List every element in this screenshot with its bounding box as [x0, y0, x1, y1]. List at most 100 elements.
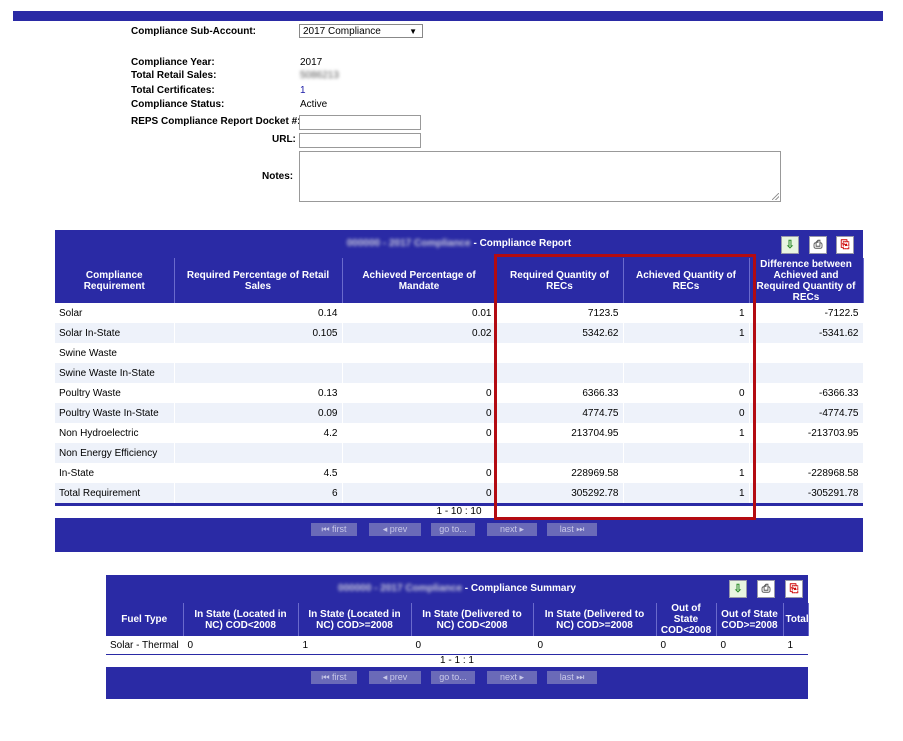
table-cell: -228968.58 — [749, 463, 864, 483]
table-cell: -305291.78 — [749, 483, 864, 503]
table-row: Poultry Waste In-State 0.09 0 4774.75 0 -4774… — [55, 403, 864, 423]
table-cell: 0 — [623, 403, 750, 423]
sub-account-select[interactable]: 2017 Compliance ▼ — [299, 24, 423, 38]
report-last-button[interactable]: last ⏭ — [547, 523, 597, 536]
table-cell: Swine Waste — [55, 343, 175, 363]
col-out-lt2008[interactable]: Out of State COD<2008 — [656, 603, 717, 636]
table-cell: 0.01 — [342, 303, 497, 323]
table-cell: 1 — [623, 323, 750, 343]
docket-input[interactable] — [299, 115, 421, 130]
print-icon[interactable]: ⎙ — [757, 580, 775, 598]
summary-first-button[interactable]: ⏮ first — [311, 671, 357, 684]
table-cell — [749, 343, 864, 363]
table-row: Total Requirement 6 0 305292.78 1 -305291.78 — [55, 483, 864, 503]
col-required-quantity[interactable]: Required Quantity of RECs — [496, 258, 624, 303]
table-cell: 4.2 — [174, 423, 343, 443]
col-required-percentage[interactable]: Required Percentage of Retail Sales — [174, 258, 343, 303]
url-input[interactable] — [299, 133, 421, 148]
table-cell — [496, 343, 624, 363]
col-total[interactable]: Total — [783, 603, 809, 636]
url-label: URL: — [272, 134, 296, 145]
table-cell — [174, 343, 343, 363]
table-cell: 305292.78 — [496, 483, 624, 503]
table-cell: -4774.75 — [749, 403, 864, 423]
table-cell: Swine Waste In-State — [55, 363, 175, 383]
table-cell: Solar In-State — [55, 323, 175, 343]
compliance-summary-table: Fuel Type In State (Located in NC) COD<2… — [106, 603, 809, 654]
resize-grip-icon[interactable] — [772, 193, 779, 200]
excel-export-icon[interactable]: ⇩ — [729, 580, 747, 598]
notes-textarea[interactable] — [299, 151, 781, 202]
table-cell: 228969.58 — [496, 463, 624, 483]
table-cell: 1 — [623, 303, 750, 323]
year-value: 2017 — [300, 57, 323, 68]
certificates-label: Total Certificates: — [131, 85, 215, 96]
col-achieved-quantity[interactable]: Achieved Quantity of RECs — [623, 258, 750, 303]
report-title-account: 000000 - 2017 Compliance — [346, 238, 471, 249]
col-difference[interactable]: Difference between Achieved and Required… — [749, 258, 864, 303]
table-cell: 6 — [174, 483, 343, 503]
table-cell: 0 — [533, 636, 657, 654]
table-cell: Poultry Waste In-State — [55, 403, 175, 423]
summary-pager: ⏮ first ◂ prev go to... next ▸ last ⏭ — [106, 671, 808, 687]
col-delivered-lt2008[interactable]: In State (Delivered to NC) COD<2008 — [411, 603, 534, 636]
table-cell: 0 — [716, 636, 784, 654]
table-cell: 5342.62 — [496, 323, 624, 343]
print-icon[interactable]: ⎙ — [809, 236, 827, 254]
table-cell — [174, 363, 343, 383]
excel-export-icon[interactable]: ⇩ — [781, 236, 799, 254]
table-cell: 0.02 — [342, 323, 497, 343]
pdf-icon[interactable]: ⎘ — [785, 580, 803, 598]
table-cell: Poultry Waste — [55, 383, 175, 403]
compliance-summary-panel: 000000 - 2017 Compliance - Compliance Su… — [106, 575, 809, 699]
col-out-ge2008[interactable]: Out of State COD>=2008 — [716, 603, 784, 636]
table-cell: 1 — [298, 636, 412, 654]
table-cell — [342, 443, 497, 463]
docket-label: REPS Compliance Report Docket #: — [131, 116, 301, 127]
col-achieved-percentage[interactable]: Achieved Percentage of Mandate — [342, 258, 497, 303]
table-cell: 0 — [183, 636, 299, 654]
table-cell: 0 — [411, 636, 534, 654]
col-delivered-ge2008[interactable]: In State (Delivered to NC) COD>=2008 — [533, 603, 657, 636]
table-cell: -6366.33 — [749, 383, 864, 403]
summary-goto-button[interactable]: go to... — [431, 671, 475, 684]
table-row: Solar 0.14 0.01 7123.5 1 -7122.5 — [55, 303, 864, 323]
table-cell: 1 — [623, 463, 750, 483]
table-row: Solar - Thermal 0 1 0 0 0 0 1 — [106, 636, 809, 654]
table-cell: 1 — [623, 423, 750, 443]
report-title-text: - Compliance Report — [470, 238, 572, 249]
col-compliance-requirement[interactable]: Compliance Requirement — [55, 258, 175, 303]
summary-next-button[interactable]: next ▸ — [487, 671, 537, 684]
report-next-button[interactable]: next ▸ — [487, 523, 537, 536]
table-cell — [174, 443, 343, 463]
summary-prev-button[interactable]: ◂ prev — [369, 671, 421, 684]
status-value: Active — [300, 99, 328, 110]
col-located-lt2008[interactable]: In State (Located in NC) COD<2008 — [183, 603, 299, 636]
table-cell: 7123.5 — [496, 303, 624, 323]
col-located-ge2008[interactable]: In State (Located in NC) COD>=2008 — [298, 603, 412, 636]
table-cell — [496, 443, 624, 463]
year-label: Compliance Year: — [131, 57, 215, 68]
table-cell — [749, 363, 864, 383]
report-page-count: 1 - 10 : 10 — [55, 506, 863, 518]
table-cell — [496, 363, 624, 383]
summary-last-button[interactable]: last ⏭ — [547, 671, 597, 684]
summary-title-text: - Compliance Summary — [462, 583, 576, 594]
notes-label: Notes: — [262, 171, 294, 182]
report-prev-button[interactable]: ◂ prev — [369, 523, 421, 536]
table-cell: In-State — [55, 463, 175, 483]
pdf-icon[interactable]: ⎘ — [836, 236, 854, 254]
certificates-link[interactable]: 1 — [300, 85, 306, 96]
table-cell: 4774.75 — [496, 403, 624, 423]
table-cell — [749, 443, 864, 463]
report-title: 000000 - 2017 Compliance - Compliance Re… — [55, 230, 863, 258]
summary-title: 000000 - 2017 Compliance - Compliance Su… — [106, 575, 808, 603]
table-cell — [342, 343, 497, 363]
table-row: Non Hydroelectric 4.2 0 213704.95 1 -213703.9… — [55, 423, 864, 443]
report-goto-button[interactable]: go to... — [431, 523, 475, 536]
report-first-button[interactable]: ⏮ first — [311, 523, 357, 536]
compliance-report-panel: 000000 - 2017 Compliance - Compliance Re… — [55, 230, 864, 552]
col-fuel-type[interactable]: Fuel Type — [106, 603, 184, 636]
table-cell: Solar - Thermal — [106, 636, 184, 654]
table-cell: -5341.62 — [749, 323, 864, 343]
